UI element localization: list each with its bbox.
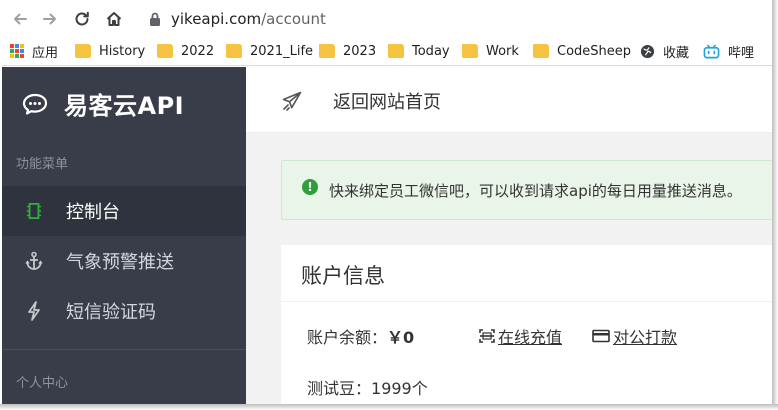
bank-transfer-link[interactable]: 对公打款	[592, 324, 677, 348]
url-path: /account	[261, 10, 326, 28]
back-to-home-link[interactable]: 返回网站首页	[333, 88, 441, 114]
url-host: yikeapi.com	[171, 10, 262, 28]
top-bar: 返回网站首页	[246, 67, 772, 133]
card-divider	[281, 301, 772, 302]
home-icon	[106, 12, 122, 26]
folder-icon	[157, 44, 173, 58]
arrow-left-icon	[14, 13, 27, 25]
bookmark-apps[interactable]: 应用	[10, 41, 58, 61]
bookmark-label: 收藏	[663, 45, 690, 61]
bilibili-icon	[703, 44, 720, 58]
card-title: 账户信息	[301, 264, 385, 288]
sidebar-item-weather-alert[interactable]: 气象预警推送	[2, 236, 246, 286]
wechat-bind-alert: ! 快来绑定员工微信吧，可以收到请求api的每日用量推送消息。	[281, 160, 772, 220]
back-button[interactable]	[8, 8, 32, 30]
bookmark-label: 应用	[32, 45, 59, 61]
bookmark-label: 2023	[343, 43, 377, 59]
bookmark-bilibili[interactable]: 哔哩	[703, 41, 754, 61]
folder-icon	[75, 44, 91, 58]
bookmark-work[interactable]: Work	[462, 41, 519, 61]
bolt-icon	[25, 301, 43, 321]
folder-icon	[533, 44, 549, 58]
globe-icon	[640, 44, 655, 58]
scan-icon	[479, 329, 495, 343]
chat-bubble-icon	[22, 93, 48, 115]
bookmark-label: Today	[412, 43, 450, 59]
credit-card-icon	[592, 329, 610, 343]
screenshot-shadow-bottom	[0, 404, 778, 410]
balance-value: ￥0	[387, 328, 415, 347]
anchor-icon	[25, 251, 43, 271]
bookmark-label: 哔哩	[728, 45, 755, 61]
bookmark-label: History	[99, 43, 146, 59]
brand-name: 易客云API	[64, 92, 185, 120]
bookmark-2023[interactable]: 2023	[319, 41, 376, 61]
online-recharge-label: 在线充值	[498, 328, 563, 347]
bookmark-codesheep[interactable]: CodeSheep	[533, 41, 631, 61]
folder-icon	[388, 44, 404, 58]
sidebar-item-sms-code[interactable]: 短信验证码	[2, 286, 246, 336]
paper-plane-icon[interactable]	[282, 91, 302, 111]
sidebar-item-label: 短信验证码	[66, 302, 156, 323]
sidebar-divider	[2, 349, 246, 350]
bookmark-label: Work	[486, 43, 519, 59]
bookmark-2022[interactable]: 2022	[157, 41, 214, 61]
sidebar-item-console[interactable]: 控制台	[2, 186, 246, 236]
account-info-card: 账户信息 账户余额：￥0 在线充值 对公打款 测试豆：1999个	[281, 245, 772, 404]
bookmark-today[interactable]: Today	[388, 41, 450, 61]
sidebar: 易客云API 功能菜单 控制台 气象预警推送 短信验证码 个人中心	[2, 67, 246, 404]
reload-icon	[75, 11, 89, 26]
bookmark-label: 2021_Life	[250, 43, 314, 59]
menu-group-title: 功能菜单	[16, 157, 69, 172]
beans-label: 测试豆：	[307, 379, 372, 398]
alert-text: 快来绑定员工微信吧，可以收到请求api的每日用量推送消息。	[329, 182, 742, 200]
folder-icon	[226, 44, 242, 58]
beans-value: 1999个	[371, 379, 428, 398]
home-button[interactable]	[102, 8, 126, 30]
balance-row: 账户余额：￥0	[307, 324, 414, 348]
bookmark-2021-life[interactable]: 2021_Life	[226, 41, 313, 61]
online-recharge-link[interactable]: 在线充值	[479, 324, 562, 348]
address-bar: yikeapi.com/account	[2, 2, 772, 35]
bookmark-label: 2022	[181, 43, 215, 59]
menu-group-title: 个人中心	[16, 376, 69, 391]
forward-button[interactable]	[38, 8, 62, 30]
main-content: 返回网站首页 ! 快来绑定员工微信吧，可以收到请求api的每日用量推送消息。 账…	[246, 67, 772, 404]
screenshot-shadow-right	[772, 0, 778, 410]
exclamation-icon: !	[302, 179, 318, 195]
test-beans-row: 测试豆：1999个	[307, 375, 428, 399]
bookmark-label: CodeSheep	[557, 43, 632, 59]
folder-icon	[319, 44, 335, 58]
browser-window: yikeapi.com/account 应用 History 2022 2021…	[2, 2, 772, 404]
bookmark-history[interactable]: History	[75, 41, 145, 61]
sidebar-item-label: 控制台	[66, 202, 120, 223]
bank-transfer-label: 对公打款	[613, 328, 678, 347]
lock-icon[interactable]	[148, 11, 162, 27]
bookmarks-bar: 应用 History 2022 2021_Life 2023 Today Wor…	[2, 35, 772, 66]
bookmark-favorites[interactable]: 收藏	[640, 41, 689, 61]
balance-label: 账户余额：	[307, 328, 388, 347]
url-field[interactable]: yikeapi.com/account	[171, 8, 326, 30]
arrow-right-icon	[43, 13, 56, 25]
folder-icon	[462, 44, 478, 58]
apps-icon	[10, 44, 24, 58]
sidebar-item-label: 气象预警推送	[66, 252, 174, 273]
console-icon	[25, 201, 43, 221]
reload-button[interactable]	[70, 8, 94, 30]
brand-logo[interactable]: 易客云API	[22, 86, 184, 121]
